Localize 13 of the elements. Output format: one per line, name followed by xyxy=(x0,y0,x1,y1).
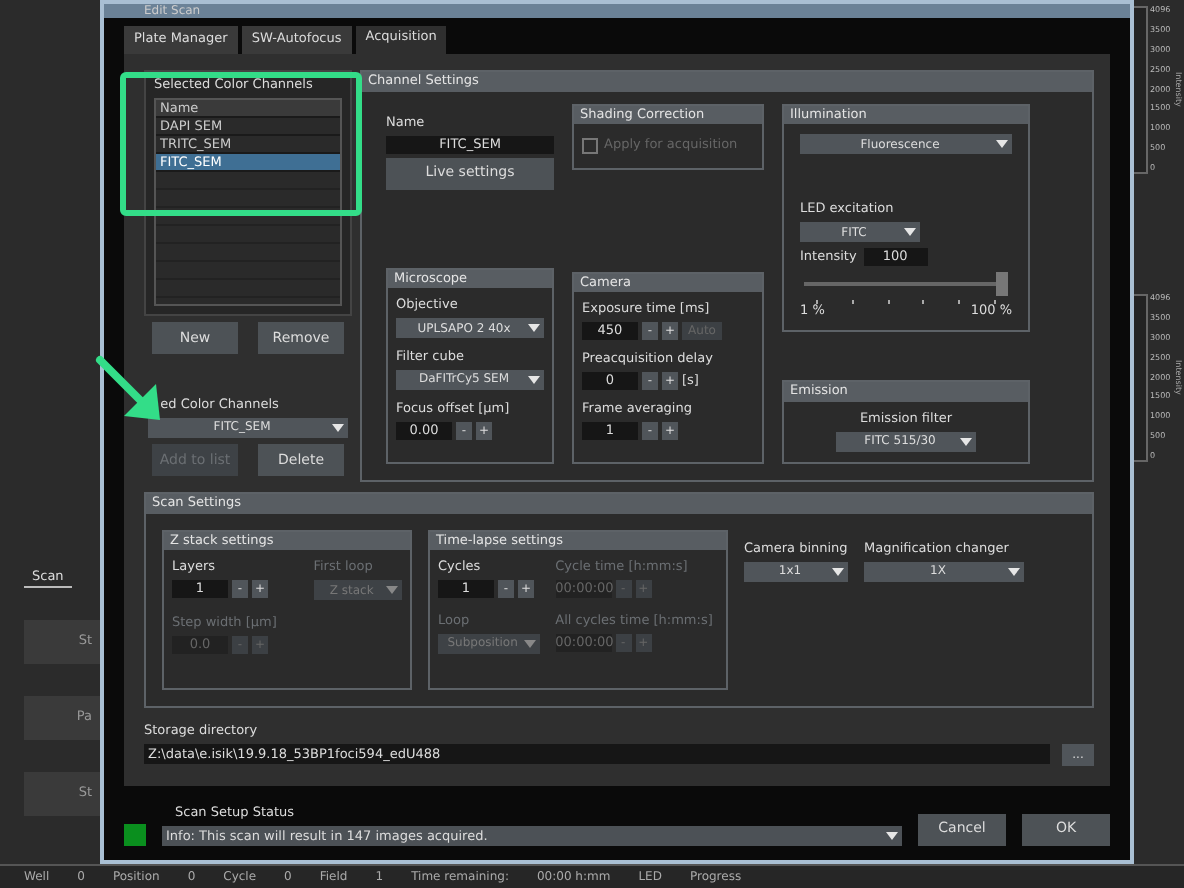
slider-handle[interactable] xyxy=(996,272,1008,297)
caret-icon xyxy=(832,567,844,576)
caret-icon xyxy=(960,437,972,446)
caret-icon xyxy=(332,423,345,432)
caret-icon xyxy=(528,324,540,333)
caret-icon xyxy=(523,639,536,648)
caret-icon xyxy=(1008,567,1020,576)
caret-icon xyxy=(886,831,898,840)
caret-icon xyxy=(528,376,540,384)
arrow xyxy=(96,356,160,420)
caret-icon xyxy=(904,228,916,237)
caret-icon xyxy=(996,140,1008,149)
caret-icon xyxy=(386,586,398,595)
